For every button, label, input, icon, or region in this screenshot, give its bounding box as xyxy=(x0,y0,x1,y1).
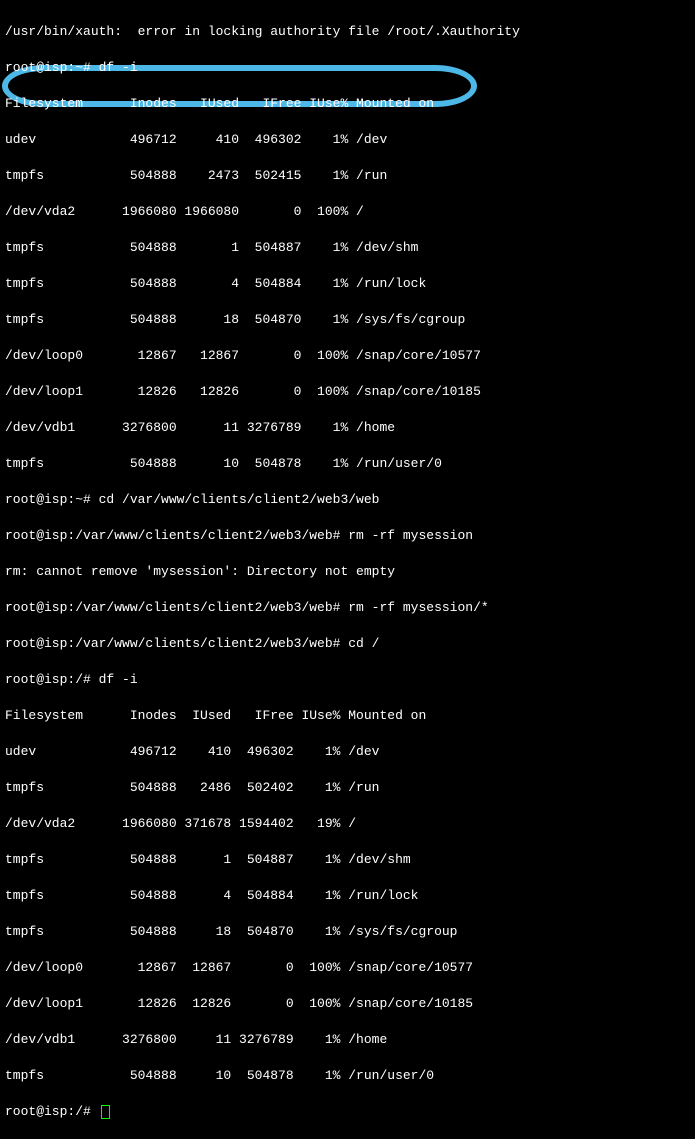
df-row: tmpfs 504888 10 504878 1% /run/user/0 xyxy=(5,455,690,473)
df-row: /dev/loop1 12826 12826 0 100% /snap/core… xyxy=(5,383,690,401)
prompt-line: root@isp:~# cd /var/www/clients/client2/… xyxy=(5,491,690,509)
prompt-line: root@isp:~# df -i xyxy=(5,59,690,77)
df-row: udev 496712 410 496302 1% /dev xyxy=(5,743,690,761)
df-row: udev 496712 410 496302 1% /dev xyxy=(5,131,690,149)
df-row: tmpfs 504888 18 504870 1% /sys/fs/cgroup xyxy=(5,923,690,941)
terminal-output[interactable]: /usr/bin/xauth: error in locking authori… xyxy=(5,5,690,1139)
prompt-line: root@isp:/# xyxy=(5,1103,690,1121)
df-header: Filesystem Inodes IUsed IFree IUse% Moun… xyxy=(5,707,690,725)
df-row: tmpfs 504888 1 504887 1% /dev/shm xyxy=(5,851,690,869)
df-row: /dev/loop0 12867 12867 0 100% /snap/core… xyxy=(5,959,690,977)
terminal-cursor[interactable] xyxy=(101,1105,110,1119)
df-row: /dev/vdb1 3276800 11 3276789 1% /home xyxy=(5,1031,690,1049)
df-row: tmpfs 504888 18 504870 1% /sys/fs/cgroup xyxy=(5,311,690,329)
prompt-line: root@isp:/var/www/clients/client2/web3/w… xyxy=(5,635,690,653)
df-row: /dev/loop0 12867 12867 0 100% /snap/core… xyxy=(5,347,690,365)
df-row-highlighted: /dev/vda2 1966080 1966080 0 100% / xyxy=(5,203,690,221)
df-row: tmpfs 504888 4 504884 1% /run/lock xyxy=(5,887,690,905)
df-row: /dev/vda2 1966080 371678 1594402 19% / xyxy=(5,815,690,833)
df-row: tmpfs 504888 4 504884 1% /run/lock xyxy=(5,275,690,293)
df-row: tmpfs 504888 2486 502402 1% /run xyxy=(5,779,690,797)
error-line: /usr/bin/xauth: error in locking authori… xyxy=(5,23,690,41)
df-row: /dev/loop1 12826 12826 0 100% /snap/core… xyxy=(5,995,690,1013)
df-row: tmpfs 504888 2473 502415 1% /run xyxy=(5,167,690,185)
prompt-line: root@isp:/var/www/clients/client2/web3/w… xyxy=(5,527,690,545)
df-row: /dev/vdb1 3276800 11 3276789 1% /home xyxy=(5,419,690,437)
prompt-line: root@isp:/# df -i xyxy=(5,671,690,689)
error-line: rm: cannot remove 'mysession': Directory… xyxy=(5,563,690,581)
df-row: tmpfs 504888 10 504878 1% /run/user/0 xyxy=(5,1067,690,1085)
prompt-line: root@isp:/var/www/clients/client2/web3/w… xyxy=(5,599,690,617)
df-row: tmpfs 504888 1 504887 1% /dev/shm xyxy=(5,239,690,257)
df-header: Filesystem Inodes IUsed IFree IUse% Moun… xyxy=(5,95,690,113)
prompt-text: root@isp:/# xyxy=(5,1104,99,1119)
